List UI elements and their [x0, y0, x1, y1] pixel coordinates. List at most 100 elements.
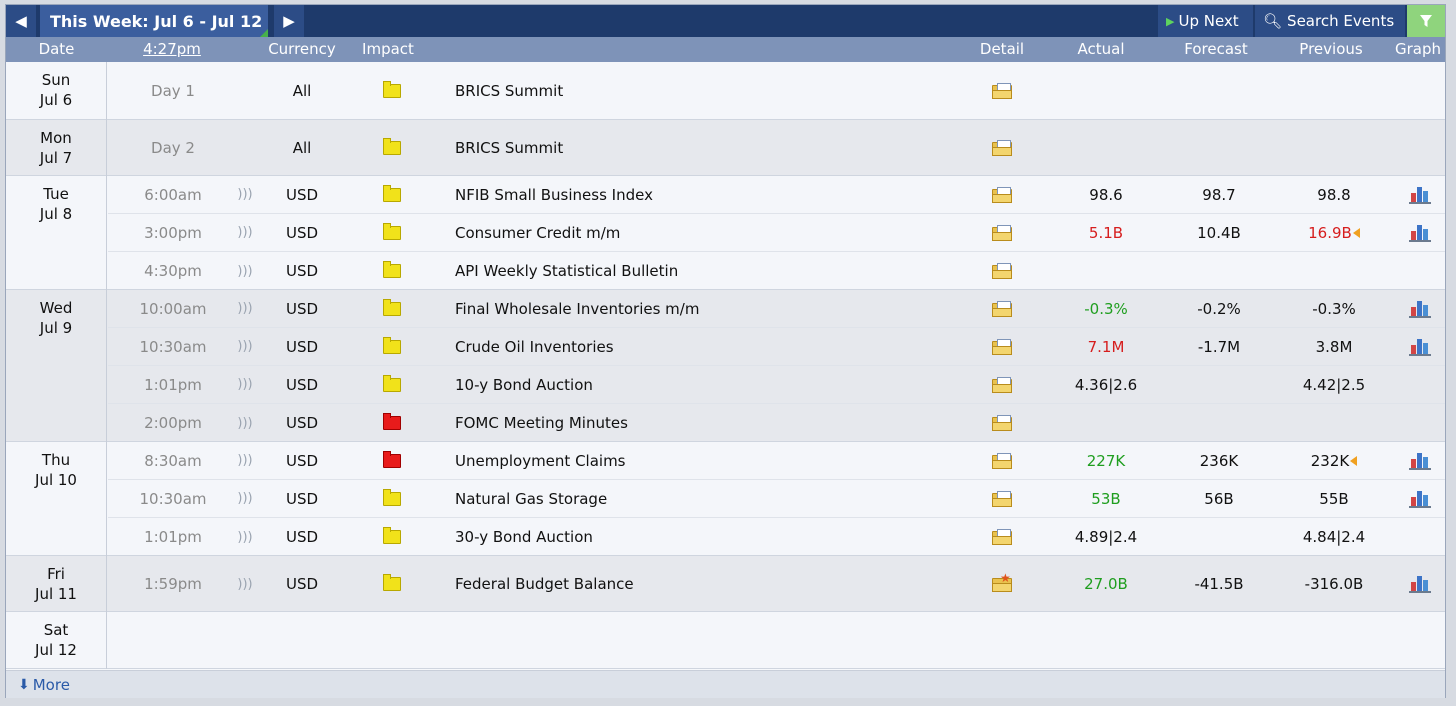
bar-chart-icon [1409, 452, 1431, 470]
event-row[interactable]: 1:01pm ))) USD 30-y Bond Auction 4.89|2.… [108, 518, 1445, 556]
detail-cell[interactable] [968, 62, 1036, 120]
sound-alert-icon[interactable]: ))) [237, 214, 252, 251]
detail-cell[interactable] [968, 214, 1036, 251]
impact-folder-icon [383, 336, 401, 354]
more-link[interactable]: ⬇ More [6, 670, 1445, 698]
detail-cell[interactable] [968, 518, 1036, 556]
detail-cell[interactable]: ★ [968, 556, 1036, 612]
event-title[interactable]: Federal Budget Balance [455, 556, 955, 612]
impact-cell[interactable] [358, 404, 426, 442]
detail-cell[interactable] [968, 404, 1036, 442]
graph-cell[interactable] [1395, 442, 1445, 479]
actual-value: 53B [1091, 489, 1121, 508]
week-title[interactable]: This Week: Jul 6 - Jul 12 [40, 5, 268, 37]
detail-cell[interactable] [968, 480, 1036, 517]
detail-cell[interactable] [968, 366, 1036, 403]
impact-cell[interactable] [358, 252, 426, 290]
sound-alert-icon[interactable]: ))) [237, 366, 252, 403]
event-row[interactable]: 2:00pm ))) USD FOMC Meeting Minutes [108, 404, 1445, 442]
impact-folder-icon [383, 574, 401, 591]
impact-cell[interactable] [358, 556, 426, 612]
sound-alert-icon[interactable]: ))) [237, 404, 252, 442]
event-title[interactable]: Unemployment Claims [455, 442, 955, 479]
event-title[interactable]: Crude Oil Inventories [455, 328, 955, 365]
detail-folder-icon [991, 338, 1013, 355]
detail-cell[interactable] [968, 252, 1036, 290]
event-row[interactable]: Day 2 All BRICS Summit [108, 120, 1445, 176]
event-time: 1:01pm [144, 528, 202, 546]
detail-cell[interactable] [968, 120, 1036, 176]
impact-cell[interactable] [358, 62, 426, 120]
sound-alert-icon[interactable]: ))) [237, 480, 252, 517]
event-row[interactable]: 10:00am ))) USD Final Wholesale Inventor… [108, 290, 1445, 328]
event-row[interactable]: 10:30am ))) USD Crude Oil Inventories 7.… [108, 328, 1445, 366]
impact-cell[interactable] [358, 176, 426, 213]
detail-cell[interactable] [968, 290, 1036, 327]
search-events-button[interactable]: 🔍︎ Search Events [1255, 5, 1405, 37]
detail-folder-icon [991, 224, 1013, 241]
impact-cell[interactable] [358, 328, 426, 365]
sound-alert-icon[interactable]: ))) [237, 290, 252, 327]
event-title[interactable]: NFIB Small Business Index [455, 176, 955, 213]
next-week-button[interactable]: ▶ [274, 5, 304, 37]
event-title[interactable]: Final Wholesale Inventories m/m [455, 290, 955, 327]
event-row[interactable]: 1:01pm ))) USD 10-y Bond Auction 4.36|2.… [108, 366, 1445, 404]
forecast-value [1161, 366, 1277, 403]
detail-cell[interactable] [968, 442, 1036, 479]
graph-cell[interactable] [1395, 176, 1445, 213]
event-title[interactable]: FOMC Meeting Minutes [455, 404, 955, 442]
event-row[interactable]: Day 1 All BRICS Summit [108, 62, 1445, 120]
event-row[interactable]: 4:30pm ))) USD API Weekly Statistical Bu… [108, 252, 1445, 290]
impact-cell[interactable] [358, 518, 426, 556]
revised-marker-icon[interactable] [1350, 455, 1358, 466]
detail-folder-icon [991, 83, 1013, 99]
col-currency: Currency [268, 40, 336, 58]
sound-alert-icon[interactable]: ))) [237, 176, 252, 213]
event-title[interactable]: 10-y Bond Auction [455, 366, 955, 403]
graph-cell[interactable] [1395, 556, 1445, 612]
sound-alert-icon[interactable]: ))) [237, 518, 252, 556]
event-title[interactable]: Natural Gas Storage [455, 480, 955, 517]
event-row[interactable]: 6:00am ))) USD NFIB Small Business Index… [108, 176, 1445, 214]
prev-week-button[interactable]: ◀ [6, 5, 36, 37]
event-title[interactable]: BRICS Summit [455, 120, 955, 176]
impact-cell[interactable] [358, 442, 426, 479]
event-currency: USD [285, 299, 319, 318]
event-title[interactable]: 30-y Bond Auction [455, 518, 955, 556]
detail-cell[interactable] [968, 176, 1036, 213]
event-row[interactable]: 3:00pm ))) USD Consumer Credit m/m 5.1B … [108, 214, 1445, 252]
event-title[interactable]: API Weekly Statistical Bulletin [455, 252, 955, 290]
sound-alert-icon[interactable]: ))) [237, 252, 252, 290]
revised-marker-icon[interactable] [1352, 227, 1360, 238]
impact-cell[interactable] [358, 120, 426, 176]
sound-alert-icon[interactable]: ))) [237, 328, 252, 365]
detail-cell[interactable] [968, 328, 1036, 365]
impact-cell[interactable] [358, 366, 426, 403]
sound-alert-icon[interactable]: ))) [237, 442, 252, 479]
impact-folder-icon [383, 261, 401, 278]
graph-cell[interactable] [1395, 214, 1445, 251]
up-next-button[interactable]: ▶ Up Next [1158, 5, 1253, 37]
event-title[interactable]: BRICS Summit [455, 62, 955, 120]
graph-cell[interactable] [1395, 290, 1445, 327]
day-group: Sat Jul 12 [6, 612, 1445, 669]
event-title[interactable]: Consumer Credit m/m [455, 214, 955, 251]
impact-folder-icon [383, 81, 401, 98]
previous-cell [1276, 120, 1392, 176]
impact-cell[interactable] [358, 290, 426, 327]
impact-cell[interactable] [358, 214, 426, 251]
event-row[interactable]: 8:30am ))) USD Unemployment Claims 227K … [108, 442, 1445, 480]
day-group: Mon Jul 7 Day 2 All BRICS Summit [6, 120, 1445, 176]
forecast-value: 98.7 [1202, 185, 1236, 204]
graph-cell[interactable] [1395, 480, 1445, 517]
event-row[interactable]: 1:59pm ))) USD Federal Budget Balance ★ … [108, 556, 1445, 612]
actual-value: 4.36|2.6 [1074, 375, 1138, 394]
previous-cell [1276, 62, 1392, 120]
event-row[interactable]: 10:30am ))) USD Natural Gas Storage 53B … [108, 480, 1445, 518]
col-time-current[interactable]: 4:27pm [127, 37, 217, 62]
graph-cell[interactable] [1395, 328, 1445, 365]
impact-cell[interactable] [358, 480, 426, 517]
sound-alert-icon[interactable]: ))) [237, 556, 252, 612]
filter-button[interactable] [1407, 5, 1445, 37]
day-group: Sun Jul 6 Day 1 All BRICS Summit [6, 62, 1445, 120]
